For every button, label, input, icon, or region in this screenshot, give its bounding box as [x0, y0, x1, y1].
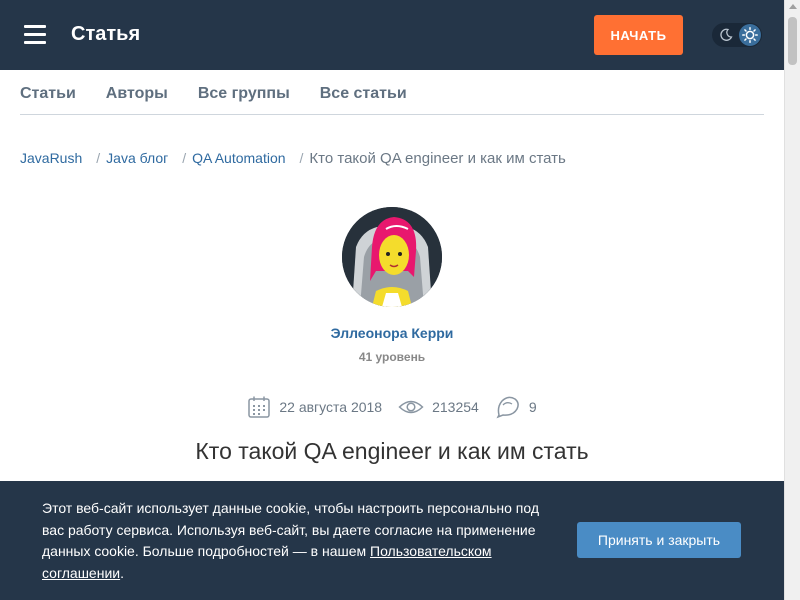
tabs-divider — [20, 114, 764, 115]
start-button[interactable]: НАЧАТЬ — [594, 15, 683, 55]
cookie-message: Этот веб-сайт использует данные cookie, … — [42, 498, 552, 584]
menu-icon[interactable] — [24, 25, 46, 44]
breadcrumb-separator: / — [299, 150, 304, 166]
theme-toggle[interactable] — [712, 23, 762, 47]
moon-icon — [720, 28, 733, 41]
article-meta: 22 августа 2018 213254 9 — [0, 395, 784, 419]
breadcrumb-java-blog[interactable]: Java блог — [106, 150, 168, 167]
scroll-thumb[interactable] — [788, 17, 797, 65]
section-tabs: Статьи Авторы Все группы Все статьи — [20, 85, 437, 103]
scroll-up-arrow-icon[interactable] — [789, 4, 797, 9]
tab-all-articles[interactable]: Все статьи — [320, 85, 407, 103]
accept-cookies-button[interactable]: Принять и закрыть — [577, 522, 741, 558]
breadcrumb-qa-automation[interactable]: QA Automation — [192, 150, 285, 167]
sun-icon — [739, 24, 761, 46]
breadcrumb: JavaRush / Java блог / QA Automation / К… — [20, 150, 566, 167]
author-name[interactable]: Эллеонора Керри — [0, 325, 784, 341]
comments-count: 9 — [528, 399, 537, 415]
breadcrumb-javarush[interactable]: JavaRush — [20, 150, 82, 167]
avatar-illustration-icon — [342, 207, 442, 307]
calendar-icon — [248, 396, 271, 418]
vertical-scrollbar[interactable] — [784, 0, 800, 600]
comments-icon — [496, 396, 519, 419]
meta-views: 213254 — [398, 398, 479, 416]
breadcrumb-separator: / — [96, 150, 101, 166]
meta-comments[interactable]: 9 — [495, 395, 537, 419]
breadcrumb-current: Кто такой QA engineer и как им стать — [309, 150, 566, 167]
cookie-banner: Этот веб-сайт использует данные cookie, … — [0, 481, 784, 600]
meta-date: 22 августа 2018 — [247, 395, 382, 419]
views-count: 213254 — [432, 399, 479, 415]
tab-articles[interactable]: Статьи — [20, 85, 76, 103]
cookie-text-end: . — [120, 564, 124, 581]
author-avatar[interactable] — [342, 207, 442, 307]
tab-all-groups[interactable]: Все группы — [198, 85, 290, 103]
eye-icon — [398, 400, 424, 414]
page-title: Статья — [71, 23, 141, 45]
publish-date: 22 августа 2018 — [279, 399, 383, 415]
breadcrumb-separator: / — [182, 150, 187, 166]
author-level: 41 уровень — [358, 350, 426, 364]
tab-authors[interactable]: Авторы — [106, 85, 168, 103]
top-navigation-bar: Статья НАЧАТЬ — [0, 0, 784, 70]
article-title: Кто такой QA engineer и как им стать — [195, 438, 589, 464]
